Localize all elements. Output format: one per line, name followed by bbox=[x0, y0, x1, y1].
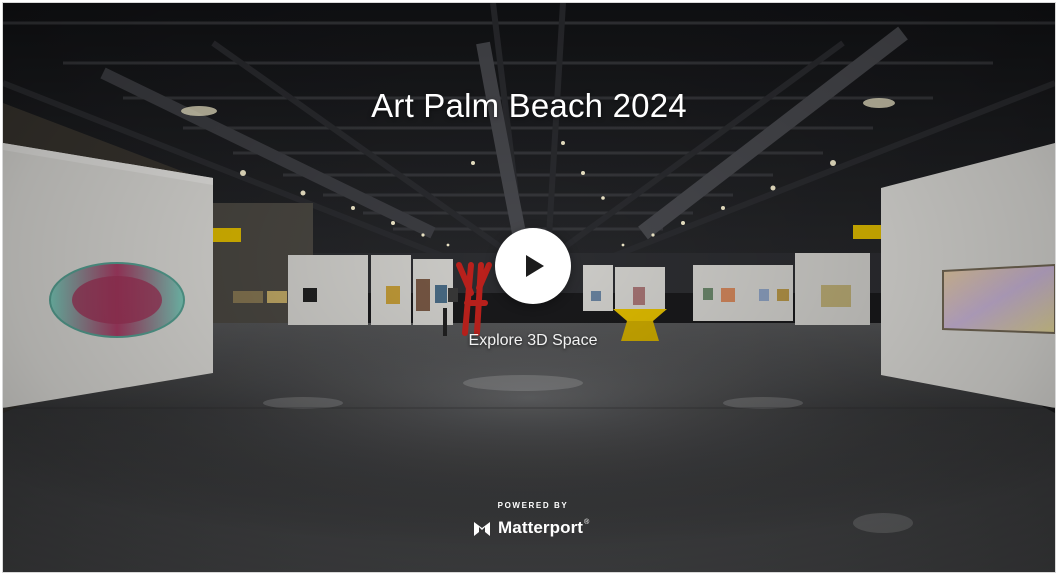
tour-title: Art Palm Beach 2024 bbox=[371, 87, 687, 124]
play-icon bbox=[526, 255, 544, 277]
matterport-logo-icon bbox=[474, 522, 490, 536]
powered-by-label: POWERED BY bbox=[497, 501, 569, 510]
play-button[interactable] bbox=[495, 228, 571, 304]
explore-3d-space-link[interactable]: Explore 3D Space bbox=[3, 332, 1055, 350]
trademark-symbol: ® bbox=[584, 518, 590, 526]
matterport-brand-link[interactable]: Matterport ® bbox=[472, 516, 589, 540]
matterport-showcase[interactable]: Art Palm Beach 2024 Explore 3D Space POW… bbox=[3, 3, 1055, 572]
matterport-wordmark: Matterport bbox=[498, 518, 584, 537]
